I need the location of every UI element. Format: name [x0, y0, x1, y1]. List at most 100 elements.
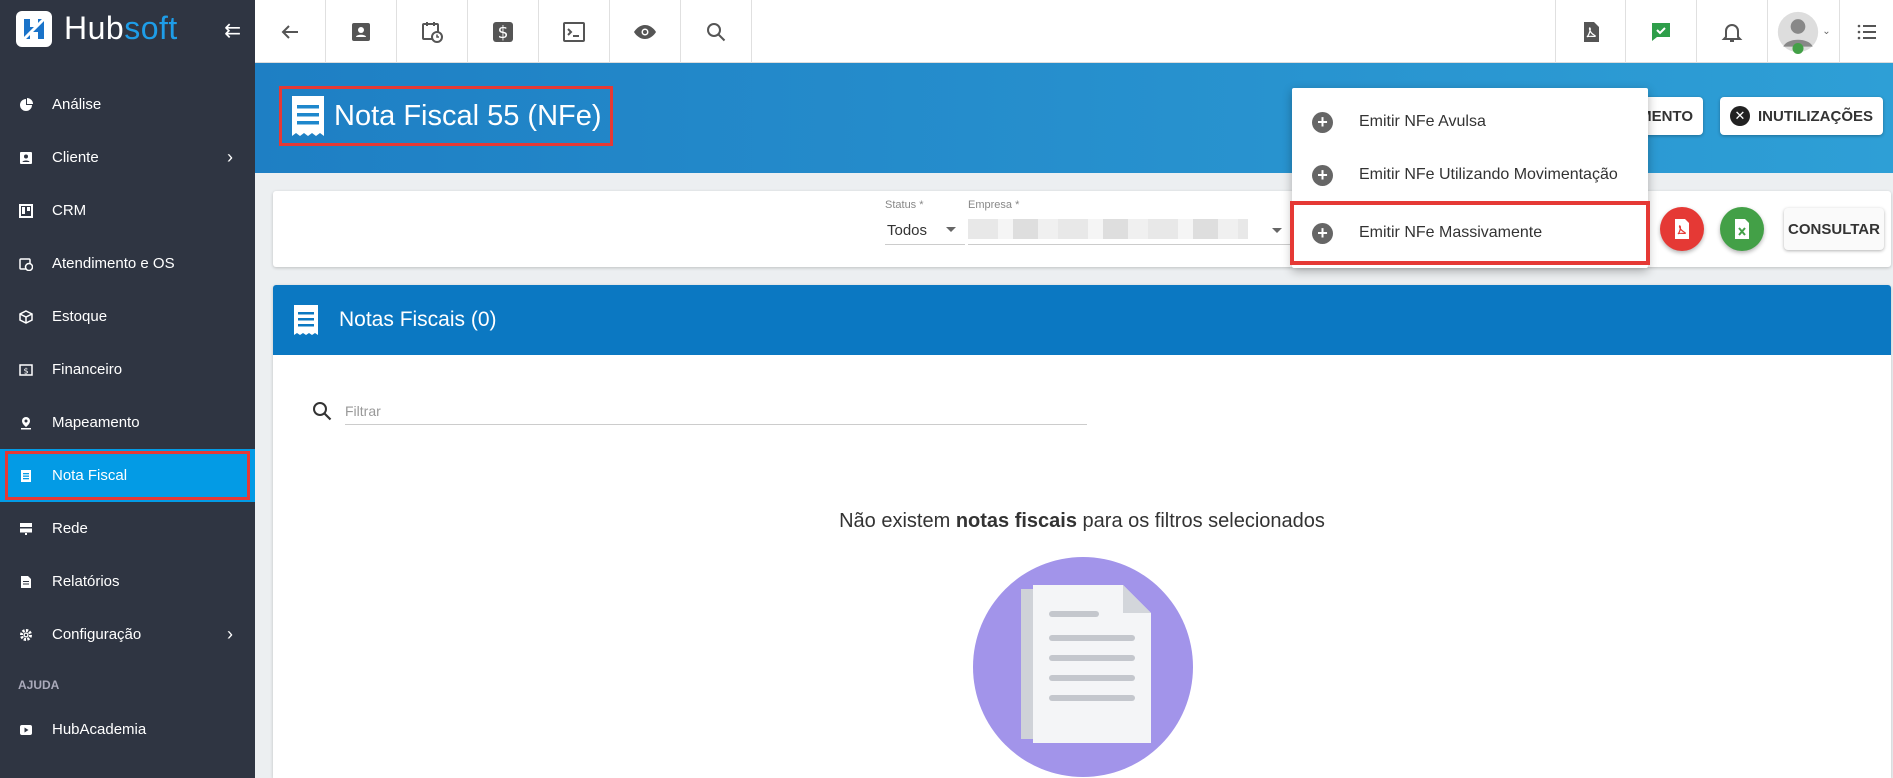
view-shortcut-button[interactable]: [610, 0, 681, 63]
collapse-sidebar-icon[interactable]: ⇇: [224, 18, 241, 43]
sidebar-item-label: Financeiro: [52, 361, 123, 378]
sidebar-item-rede[interactable]: Rede: [0, 502, 255, 555]
search-shortcut-button[interactable]: [681, 0, 752, 63]
inutilizacoes-button-label: INUTILIZAÇÕES: [1758, 107, 1873, 125]
clients-shortcut-button[interactable]: [326, 0, 397, 63]
avatar: [1778, 11, 1819, 54]
bell-icon: [1721, 23, 1743, 42]
kanban-icon: [18, 203, 34, 219]
box-icon: [18, 309, 34, 325]
sidebar-item-label: Cliente: [52, 149, 99, 166]
sidebar-nav: Análise Cliente › CRM Atendimento e OS E…: [0, 78, 255, 661]
menu-item-label: Emitir NFe Utilizando Movimentação: [1359, 166, 1618, 183]
filter-row: [311, 397, 1087, 425]
hubsoft-logo-icon: [16, 10, 52, 47]
arrow-left-icon: [281, 24, 298, 39]
pdf-shortcut-button[interactable]: [1555, 0, 1626, 63]
sidebar-item-label: HubAcademia: [52, 721, 147, 738]
consultar-button-label: CONSULTAR: [1788, 220, 1880, 238]
sidebar-item-cliente[interactable]: Cliente ›: [0, 131, 255, 184]
gear-icon: [18, 627, 34, 643]
contact-card-icon: [18, 150, 34, 166]
sidebar-item-label: Atendimento e OS: [52, 255, 175, 272]
list-menu-icon: [1857, 24, 1876, 39]
sidebar-item-label: Estoque: [52, 308, 108, 325]
dollar-icon: $: [493, 21, 513, 43]
invoices-card-header: Notas Fiscais (0): [273, 285, 1891, 355]
add-circle-icon: +: [1312, 222, 1333, 244]
consultar-button[interactable]: CONSULTAR: [1784, 208, 1884, 250]
chat-check-icon: [1652, 22, 1670, 41]
status-label: Status *: [885, 199, 924, 211]
pdf-file-icon: [1675, 219, 1689, 239]
page-title-text: Nota Fiscal 55 (NFe): [334, 99, 602, 132]
search-icon: [707, 22, 726, 41]
receipt-icon: [294, 305, 318, 335]
pie-chart-icon: [18, 97, 34, 113]
logo-bar: Hubsoft ⇇: [0, 0, 255, 57]
empresa-select[interactable]: [968, 213, 1291, 245]
status-chevron-down-icon: [946, 227, 956, 232]
export-excel-button[interactable]: [1720, 207, 1764, 251]
redacted-value: [968, 219, 1248, 239]
schedule-shortcut-button[interactable]: [397, 0, 468, 63]
sidebar-item-label: Nota Fiscal: [52, 467, 128, 484]
sidebar-item-configuracao[interactable]: Configuração ›: [0, 608, 255, 661]
close-circle-icon: ✕: [1730, 106, 1750, 126]
contact-card-icon: [352, 22, 370, 41]
invoices-card: Notas Fiscais (0) Não existem notas fisc…: [273, 285, 1891, 778]
status-value: Todos: [887, 222, 928, 239]
add-circle-icon: +: [1312, 111, 1333, 133]
user-menu-button[interactable]: ⌄: [1768, 0, 1840, 63]
svg-text:$: $: [23, 366, 28, 375]
sidebar-item-label: Configuração: [52, 626, 142, 643]
document-icon: [18, 574, 34, 590]
sidebar-item-crm[interactable]: CRM: [0, 184, 255, 237]
sidebar-item-hubacademia[interactable]: HubAcademia: [0, 703, 255, 756]
chevron-down-icon: ⌄: [1822, 26, 1831, 37]
brand-name: Hubsoft: [64, 10, 178, 46]
receipt-icon: [292, 96, 324, 136]
invoices-card-title: Notas Fiscais (0): [339, 308, 497, 331]
export-pdf-button[interactable]: [1660, 207, 1704, 251]
money-icon: $: [18, 362, 34, 378]
empresa-label: Empresa *: [968, 199, 1020, 211]
more-menu-button[interactable]: [1840, 0, 1893, 63]
receipt-icon: [18, 468, 34, 484]
eye-icon: [634, 24, 656, 39]
excel-file-icon: [1735, 219, 1749, 239]
notifications-button[interactable]: [1697, 0, 1768, 63]
sidebar-item-nota-fiscal[interactable]: Nota Fiscal: [0, 449, 255, 502]
empty-msg-bold: notas fiscais: [955, 510, 1077, 532]
sidebar-item-label: Relatórios: [52, 573, 120, 590]
sidebar-item-atendimento[interactable]: Atendimento e OS: [0, 237, 255, 290]
sidebar-item-estoque[interactable]: Estoque: [0, 290, 255, 343]
empty-state-message: Não existem notas fiscais para os filtro…: [273, 510, 1891, 533]
map-pin-icon: [18, 415, 34, 431]
back-button[interactable]: [255, 0, 326, 63]
search-icon: [313, 402, 332, 421]
sidebar-item-analise[interactable]: Análise: [0, 78, 255, 131]
sidebar-section-help: AJUDA: [18, 678, 60, 692]
sidebar-item-financeiro[interactable]: $ Financeiro: [0, 343, 255, 396]
sidebar-item-mapeamento[interactable]: Mapeamento: [0, 396, 255, 449]
menu-item-emitir-avulsa[interactable]: + Emitir NFe Avulsa: [1292, 96, 1648, 148]
menu-item-emitir-massivamente[interactable]: + Emitir NFe Massivamente: [1290, 201, 1650, 265]
sidebar-item-relatorios[interactable]: Relatórios: [0, 555, 255, 608]
menu-item-emitir-movimentacao[interactable]: + Emitir NFe Utilizando Movimentação: [1292, 149, 1648, 201]
filter-input[interactable]: [345, 397, 1087, 425]
server-icon: [18, 521, 34, 537]
terminal-shortcut-button[interactable]: [539, 0, 610, 63]
sidebar-help-nav: HubAcademia: [0, 703, 255, 756]
chevron-right-icon: ›: [227, 147, 233, 167]
financial-shortcut-button[interactable]: $: [468, 0, 539, 63]
add-circle-icon: +: [1312, 164, 1333, 186]
document-stack-icon: [1021, 585, 1151, 743]
chevron-down-icon: [1272, 228, 1282, 233]
top-toolbar: $ ⌄: [255, 0, 1893, 63]
chevron-right-icon: ›: [227, 624, 233, 644]
messages-shortcut-button[interactable]: [1626, 0, 1697, 63]
inutilizacoes-button[interactable]: ✕ INUTILIZAÇÕES: [1720, 97, 1883, 135]
sidebar-item-label: CRM: [52, 202, 87, 219]
sidebar-item-label: Rede: [52, 520, 88, 537]
